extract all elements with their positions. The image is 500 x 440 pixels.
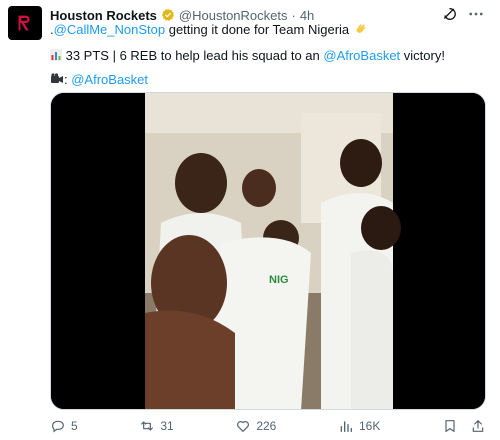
stats-suffix: victory! [400,48,445,63]
author-handle[interactable]: @HoustonRockets [179,8,288,23]
share-icon [472,420,484,432]
views-button[interactable]: 16K [338,418,380,434]
clapping-hands-icon [353,22,367,37]
share-group [442,418,486,434]
tweet-text-line-1: .@CallMe_NonStop getting it done for Tea… [50,22,367,37]
repost-icon [141,421,154,431]
tweet-text-line-3: : @AfroBasket [50,72,148,87]
tweet-text-line-2: 33 PTS | 6 REB to help lead his squad to… [50,48,445,63]
svg-text:NIG: NIG [269,274,289,286]
reply-icon [52,420,64,433]
tweet[interactable]: Houston Rockets @HoustonRockets · 4h .@C… [0,0,500,440]
hashtag-link[interactable]: @AfroBasket [323,48,400,63]
separator-dot: · [291,7,296,23]
repost-button[interactable]: 31 [139,418,174,434]
bookmark-button[interactable] [442,418,458,434]
grok-icon[interactable] [442,6,458,22]
mention-link[interactable]: @CallMe_NonStop [54,22,165,37]
reply-count: 5 [71,419,78,433]
reply-button[interactable]: 5 [50,418,78,434]
bar-chart-icon [50,49,62,61]
author-name[interactable]: Houston Rockets [50,8,157,23]
tweet-text: getting it done for Team Nigeria [165,22,350,37]
repost-count: 31 [160,419,174,433]
timestamp[interactable]: 4h [300,8,314,23]
like-button[interactable]: 226 [235,418,276,434]
avatar[interactable] [8,6,42,40]
video-player[interactable]: NIG [50,92,486,410]
views-chart-icon [340,421,352,432]
like-count: 226 [256,419,277,433]
rockets-logo-icon [18,15,30,31]
action-bar: 5 31 226 16K [50,416,486,436]
bookmark-icon [445,420,455,432]
more-options-icon[interactable] [466,4,486,24]
credit-mention-link[interactable]: @AfroBasket [71,72,148,87]
heart-icon [237,421,250,432]
share-button[interactable] [470,418,486,434]
verified-badge-icon [161,8,175,22]
stats-text: 33 PTS | 6 REB to help lead his squad to… [62,48,324,63]
video-camera-icon [50,73,64,85]
video-thumbnail[interactable]: NIG [51,93,486,410]
view-count: 16K [359,419,381,433]
